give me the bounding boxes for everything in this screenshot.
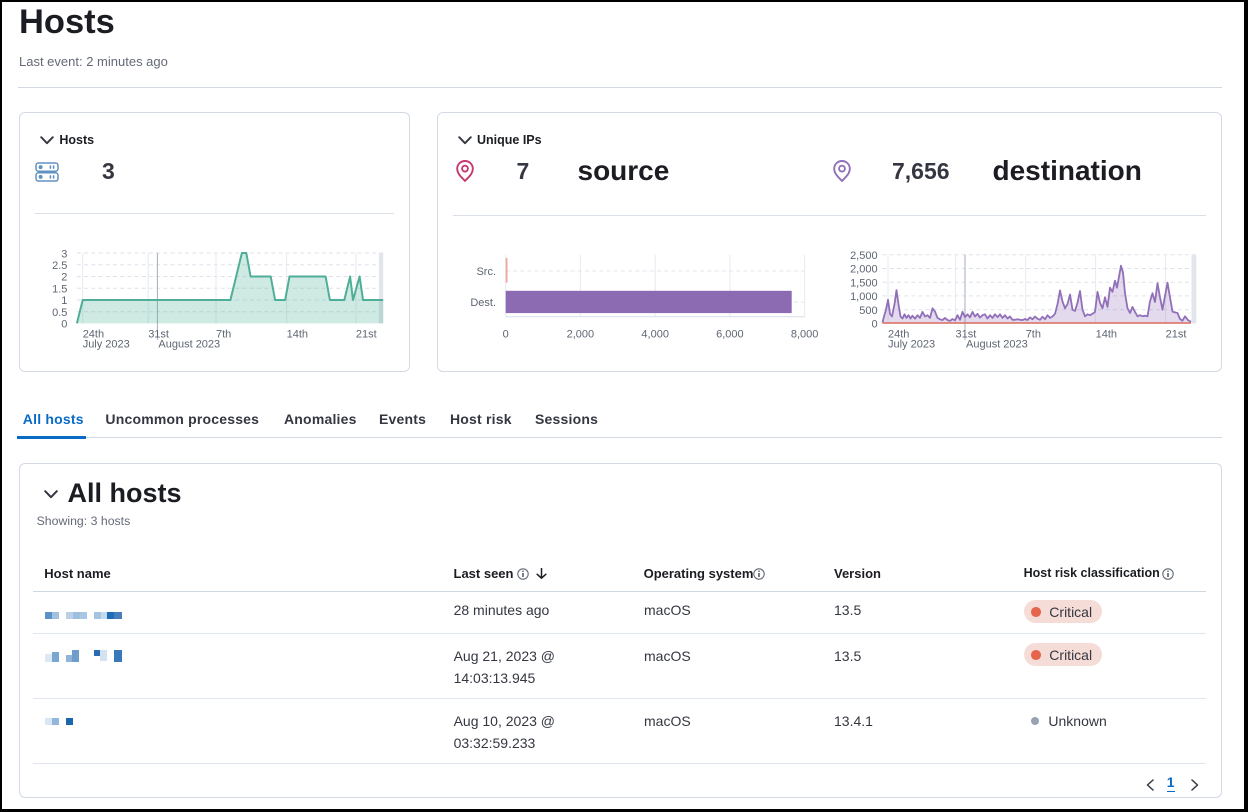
svg-text:1: 1 xyxy=(61,295,67,307)
svg-text:Dest.: Dest. xyxy=(470,297,496,309)
svg-text:7th: 7th xyxy=(1026,329,1041,341)
svg-text:2,000: 2,000 xyxy=(850,264,878,276)
svg-text:1.5: 1.5 xyxy=(52,284,67,296)
svg-text:4,000: 4,000 xyxy=(641,329,669,341)
svg-text:July 2023: July 2023 xyxy=(83,339,130,351)
svg-text:7th: 7th xyxy=(216,329,231,341)
svg-text:0: 0 xyxy=(61,319,67,331)
svg-text:Src.: Src. xyxy=(476,266,496,278)
svg-text:August 2023: August 2023 xyxy=(158,339,220,351)
svg-text:1,500: 1,500 xyxy=(850,278,878,290)
svg-text:1,000: 1,000 xyxy=(850,291,878,303)
svg-text:0: 0 xyxy=(871,319,877,331)
svg-text:2,500: 2,500 xyxy=(850,250,878,262)
svg-text:0.5: 0.5 xyxy=(52,307,67,319)
svg-text:2: 2 xyxy=(61,272,67,284)
svg-text:14th: 14th xyxy=(287,329,308,341)
svg-text:3: 3 xyxy=(61,248,67,260)
svg-text:8,000: 8,000 xyxy=(791,329,819,341)
svg-text:21st: 21st xyxy=(356,329,377,341)
svg-text:0: 0 xyxy=(503,329,509,341)
svg-text:21st: 21st xyxy=(1166,329,1187,341)
svg-text:500: 500 xyxy=(859,305,877,317)
svg-text:14th: 14th xyxy=(1096,329,1117,341)
svg-text:July 2023: July 2023 xyxy=(888,339,935,351)
svg-text:August 2023: August 2023 xyxy=(966,339,1028,351)
svg-text:2,000: 2,000 xyxy=(567,329,595,341)
svg-text:2.5: 2.5 xyxy=(52,260,67,272)
svg-text:6,000: 6,000 xyxy=(716,329,744,341)
